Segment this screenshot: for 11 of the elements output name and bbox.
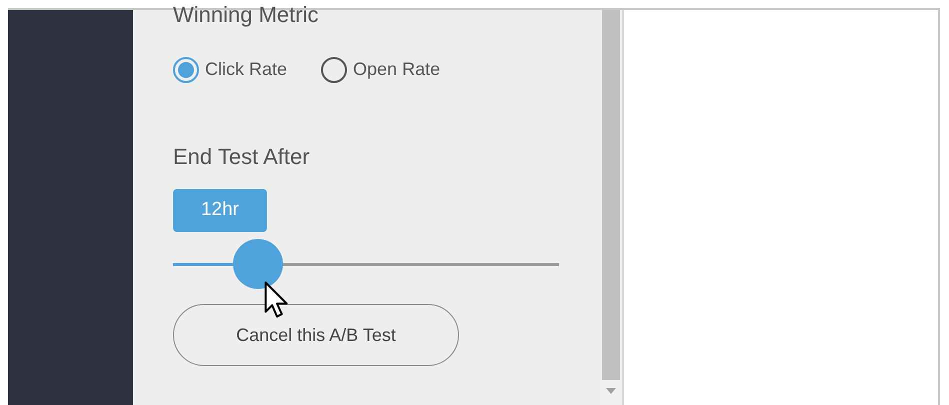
section-heading: Winning Metric: [173, 4, 320, 26]
scrollbar-thumb[interactable]: [602, 10, 620, 380]
radio-button[interactable]: [173, 56, 199, 82]
value-badge: 12hr: [173, 189, 267, 232]
radio-option[interactable]: Open Rate: [321, 56, 440, 83]
scroll-down-icon[interactable]: [606, 388, 616, 394]
radio-button[interactable]: [321, 56, 348, 82]
section-heading: End Test After: [173, 143, 311, 171]
radio-option[interactable]: Click Rate: [173, 56, 288, 83]
scrollbar[interactable]: [600, 10, 622, 405]
slider-thumb[interactable]: [232, 239, 283, 289]
